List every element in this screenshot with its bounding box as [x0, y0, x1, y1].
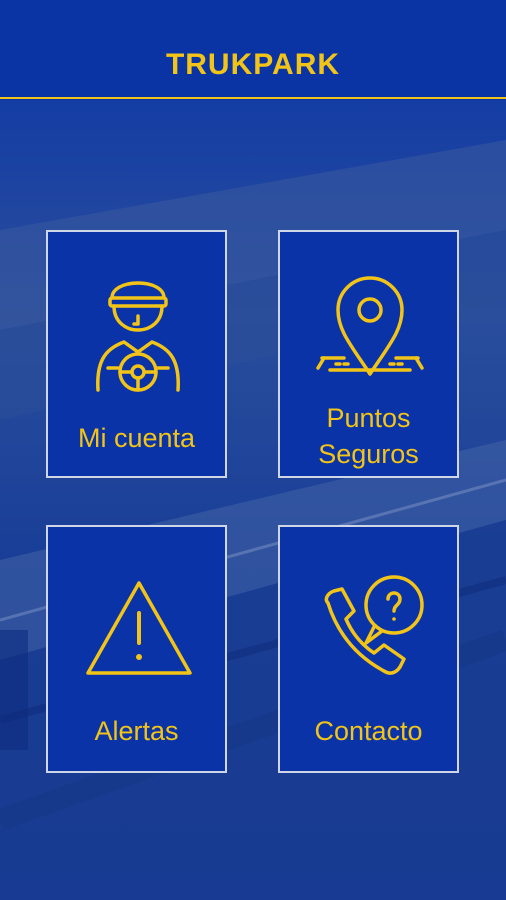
- alertas-button[interactable]: Alertas: [46, 525, 227, 773]
- contacto-label: Contacto: [314, 716, 423, 746]
- driver-icon: [96, 281, 180, 392]
- mi-cuenta-button[interactable]: Mi cuenta: [46, 230, 227, 478]
- app-title: TRUKPARK: [165, 48, 341, 81]
- puntos-seguros-button[interactable]: Puntos Seguros: [278, 230, 459, 478]
- header-divider: [0, 97, 506, 99]
- phone-question-icon: [324, 575, 424, 675]
- app-header: TRUKPARK: [0, 0, 506, 100]
- warning-icon: [86, 581, 192, 675]
- alertas-label: Alertas: [94, 716, 179, 746]
- location-pin-icon: [316, 276, 424, 376]
- contacto-button[interactable]: Contacto: [278, 525, 459, 773]
- mi-cuenta-label: Mi cuenta: [77, 423, 196, 453]
- puntos-seguros-label-line2: Seguros: [318, 439, 419, 469]
- puntos-seguros-label-line1: Puntos: [326, 403, 411, 433]
